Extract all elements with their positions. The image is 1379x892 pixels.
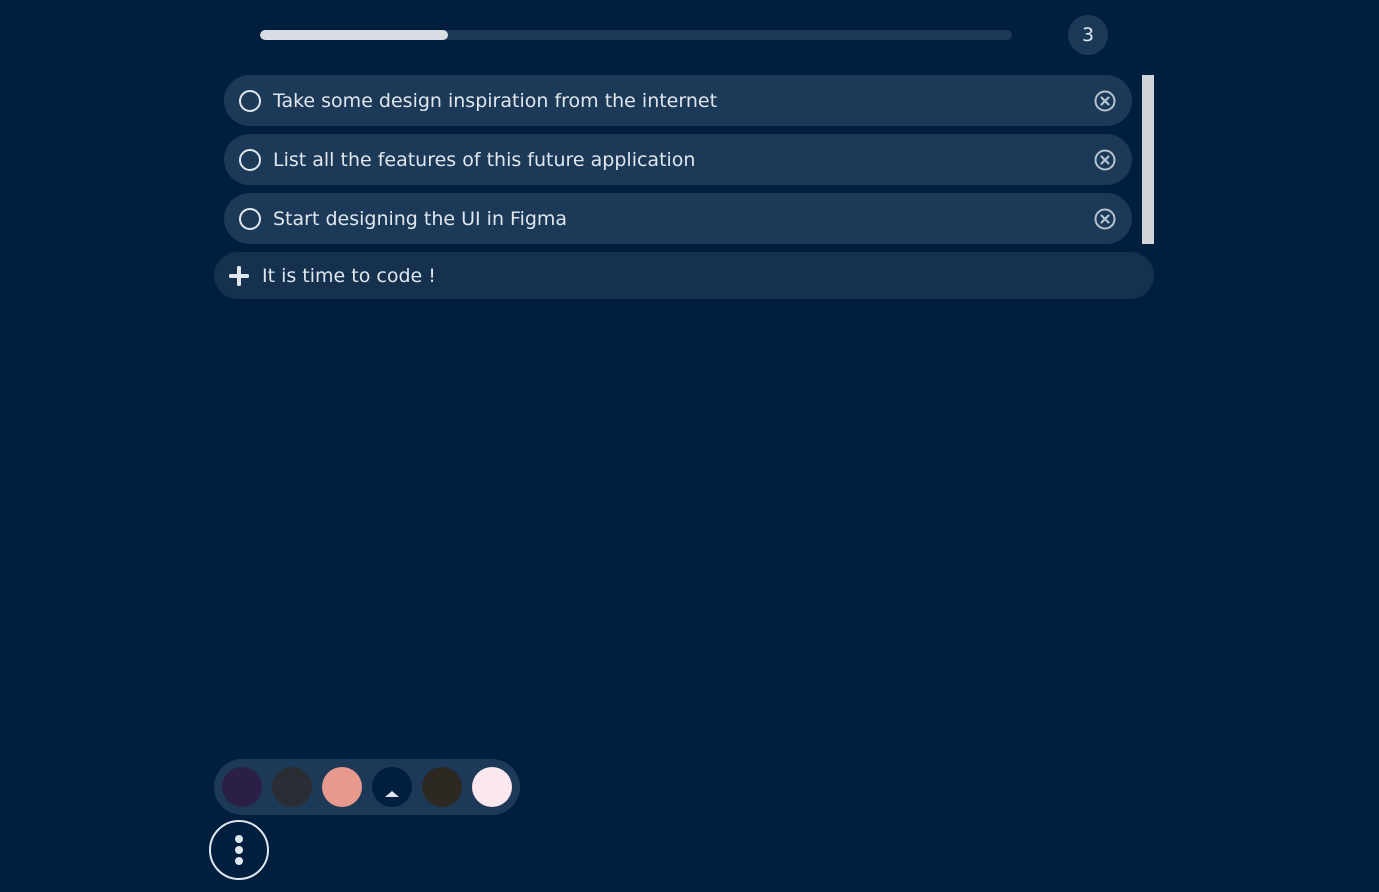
add-task-field — [214, 252, 1154, 299]
task-checkbox-icon[interactable] — [239, 148, 261, 171]
remove-task-icon[interactable] — [1093, 148, 1117, 172]
menu-button[interactable] — [209, 820, 269, 880]
color-swatch[interactable] — [422, 767, 462, 807]
task-list-scrollbar[interactable] — [1142, 75, 1154, 244]
task-label: Start designing the UI in Figma — [273, 207, 568, 230]
task-item[interactable]: Take some design inspiration from the in… — [224, 75, 1132, 126]
selected-marker-icon — [385, 791, 399, 797]
color-swatch[interactable] — [322, 767, 362, 807]
color-swatch[interactable] — [372, 767, 412, 807]
task-label: List all the features of this future app… — [273, 148, 696, 171]
task-label: Take some design inspiration from the in… — [273, 89, 718, 112]
color-palette — [214, 759, 520, 815]
plus-icon[interactable] — [228, 265, 250, 287]
remove-task-icon[interactable] — [1093, 207, 1117, 231]
task-item[interactable]: Start designing the UI in Figma — [224, 193, 1132, 244]
menu-dot — [235, 846, 243, 854]
color-swatch[interactable] — [472, 767, 512, 807]
task-checkbox-icon[interactable] — [239, 89, 261, 112]
color-swatch[interactable] — [272, 767, 312, 807]
task-checkbox-icon[interactable] — [239, 207, 261, 230]
todo-app: 3 Take some design inspiration from the … — [0, 0, 1379, 892]
vertical-dots-icon — [235, 835, 243, 843]
task-item[interactable]: List all the features of this future app… — [224, 134, 1132, 185]
add-task-input[interactable] — [260, 263, 1124, 288]
progress-bar-fill — [260, 30, 448, 40]
remove-task-icon[interactable] — [1093, 89, 1117, 113]
progress-bar — [260, 30, 1012, 40]
task-list: Take some design inspiration from the in… — [224, 75, 1132, 252]
task-count-badge: 3 — [1068, 15, 1108, 55]
menu-dot — [235, 857, 243, 865]
color-swatch[interactable] — [222, 767, 262, 807]
